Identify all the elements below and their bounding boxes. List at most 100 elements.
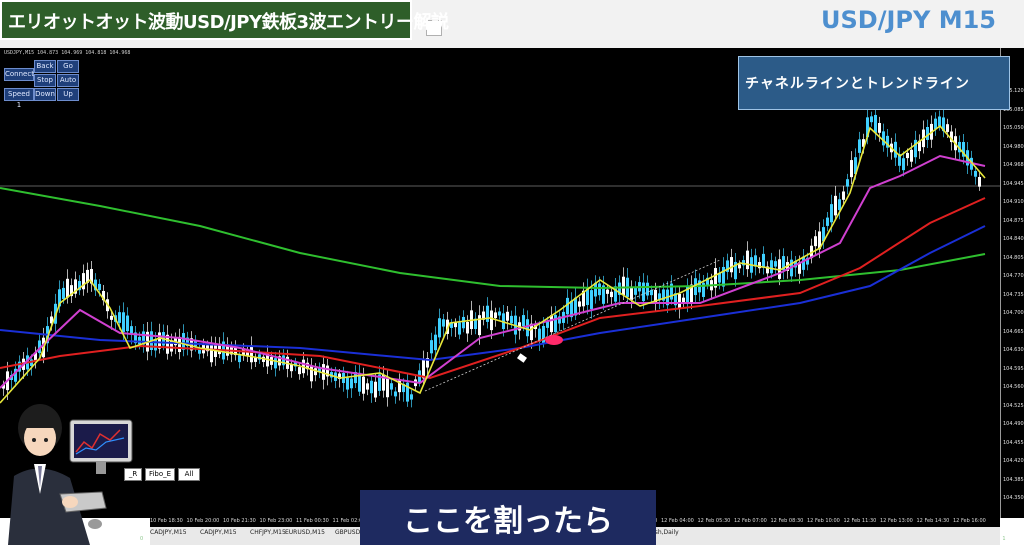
candle xyxy=(622,276,625,295)
candle xyxy=(442,319,445,327)
candle xyxy=(926,127,929,140)
symbol-tab[interactable]: CADJPY,M15 xyxy=(150,529,187,536)
time-label: 12 Feb 08:30 xyxy=(770,518,804,524)
symbol-tab[interactable]: CADJPY,M15 xyxy=(200,529,237,536)
candle xyxy=(494,312,497,319)
candle xyxy=(610,291,613,298)
candle xyxy=(834,195,837,216)
back-button[interactable]: Back xyxy=(34,60,56,73)
candle xyxy=(774,261,777,267)
candle xyxy=(462,316,465,329)
price-label: 104.770 xyxy=(1003,273,1024,279)
candle xyxy=(650,289,653,296)
fibo-e-button[interactable]: Fibo_E xyxy=(145,468,175,481)
price-label: 104.385 xyxy=(1003,476,1024,483)
candle xyxy=(386,378,389,398)
candle xyxy=(390,383,393,390)
screen: エリオットオット波動USD/JPY鉄板3波エントリー解説 USD/JPY M15… xyxy=(0,0,1024,545)
price-label: 104.350 xyxy=(1003,495,1024,501)
candle xyxy=(878,122,881,133)
candle xyxy=(850,160,853,178)
chart-canvas xyxy=(0,105,1000,408)
candle xyxy=(730,257,733,273)
candle xyxy=(762,253,765,268)
candle xyxy=(486,305,489,322)
time-label: 12 Feb 14:30 xyxy=(916,518,950,524)
price-label: 105.050 xyxy=(1003,125,1024,131)
time-label: 10 Feb 18:30 xyxy=(150,518,183,524)
candle xyxy=(678,293,681,309)
price-label: 104.420 xyxy=(1003,458,1024,464)
time-label: 12 Feb 16:00 xyxy=(953,518,986,524)
price-label: 104.665 xyxy=(1003,328,1024,335)
candle xyxy=(934,118,937,129)
candle xyxy=(770,260,773,274)
candle xyxy=(250,345,253,363)
time-label: 12 Feb 10:00 xyxy=(807,518,840,524)
candle xyxy=(362,376,365,394)
price-label: 104.560 xyxy=(1003,384,1024,390)
candle xyxy=(606,289,609,294)
candle xyxy=(902,158,905,171)
symbol-tab[interactable]: CHFJPY,M15 xyxy=(250,529,286,536)
candle xyxy=(682,297,685,303)
price-axis: 105.120 105.085 105.050 104.980 104.968 104.9… xyxy=(1000,48,1024,518)
price-label: 104.980 xyxy=(1003,143,1024,150)
candle xyxy=(274,358,277,369)
symbol-tab[interactable]: EURUSD,M15 xyxy=(285,529,325,536)
stop-button[interactable]: Stop xyxy=(34,74,56,87)
speed-button[interactable]: Speed 1 xyxy=(4,88,34,109)
avatar-character-icon xyxy=(8,404,133,545)
candle xyxy=(110,315,113,320)
candle xyxy=(430,340,433,354)
candle xyxy=(554,314,557,333)
candle xyxy=(366,383,369,390)
candle xyxy=(630,287,633,300)
price-chart[interactable]: USDJPY,M15 104.873 104.969 104.818 104.9… xyxy=(0,48,1006,542)
candle xyxy=(506,311,509,321)
symbol-tag: USD/JPY M15 xyxy=(821,6,996,34)
price-label: 104.968 xyxy=(1003,162,1024,168)
candle xyxy=(974,170,977,177)
hour-label: 1 xyxy=(1002,536,1006,542)
candle xyxy=(870,116,873,123)
candle xyxy=(98,283,101,291)
candle xyxy=(62,287,65,299)
price-label: 104.525 xyxy=(1003,402,1024,409)
candle xyxy=(590,290,593,309)
down-button[interactable]: Down xyxy=(34,88,56,101)
video-title-banner: エリオットオット波動USD/JPY鉄板3波エントリー解説 xyxy=(0,0,449,40)
price-label: 104.595 xyxy=(1003,365,1024,372)
candle xyxy=(826,217,829,226)
candle xyxy=(370,380,373,394)
candle xyxy=(882,131,885,146)
candle xyxy=(298,367,301,375)
candle xyxy=(846,179,849,187)
time-label: 10 Feb 23:00 xyxy=(259,518,293,524)
candle xyxy=(838,199,841,211)
candle xyxy=(814,236,817,247)
candle xyxy=(374,381,377,398)
candle xyxy=(66,278,69,298)
price-label: 104.735 xyxy=(1003,291,1024,298)
time-label: 12 Feb 11:30 xyxy=(843,518,877,524)
symbol-tab[interactable]: GBPUSD xyxy=(335,529,360,536)
up-button[interactable]: Up xyxy=(57,88,79,101)
mouse-icon xyxy=(88,519,102,529)
all-button[interactable]: All xyxy=(178,468,200,481)
price-label: 104.630 xyxy=(1003,347,1024,353)
auto-button[interactable]: Auto xyxy=(57,74,79,87)
candle xyxy=(526,319,529,337)
candle xyxy=(938,116,941,126)
time-label: 11 Feb 00:30 xyxy=(296,518,329,524)
subtitle-box: ここを割ったら xyxy=(360,490,656,545)
candle xyxy=(522,315,525,326)
candle xyxy=(238,355,241,363)
candle xyxy=(254,357,257,362)
connect-button[interactable]: Connect xyxy=(4,68,34,81)
price-label: 104.490 xyxy=(1003,421,1024,427)
go-button[interactable]: Go xyxy=(57,60,79,73)
price-label: 104.805 xyxy=(1003,254,1024,261)
chart-info: USDJPY,M15 104.873 104.969 104.818 104.9… xyxy=(4,50,131,56)
candle xyxy=(434,334,437,351)
